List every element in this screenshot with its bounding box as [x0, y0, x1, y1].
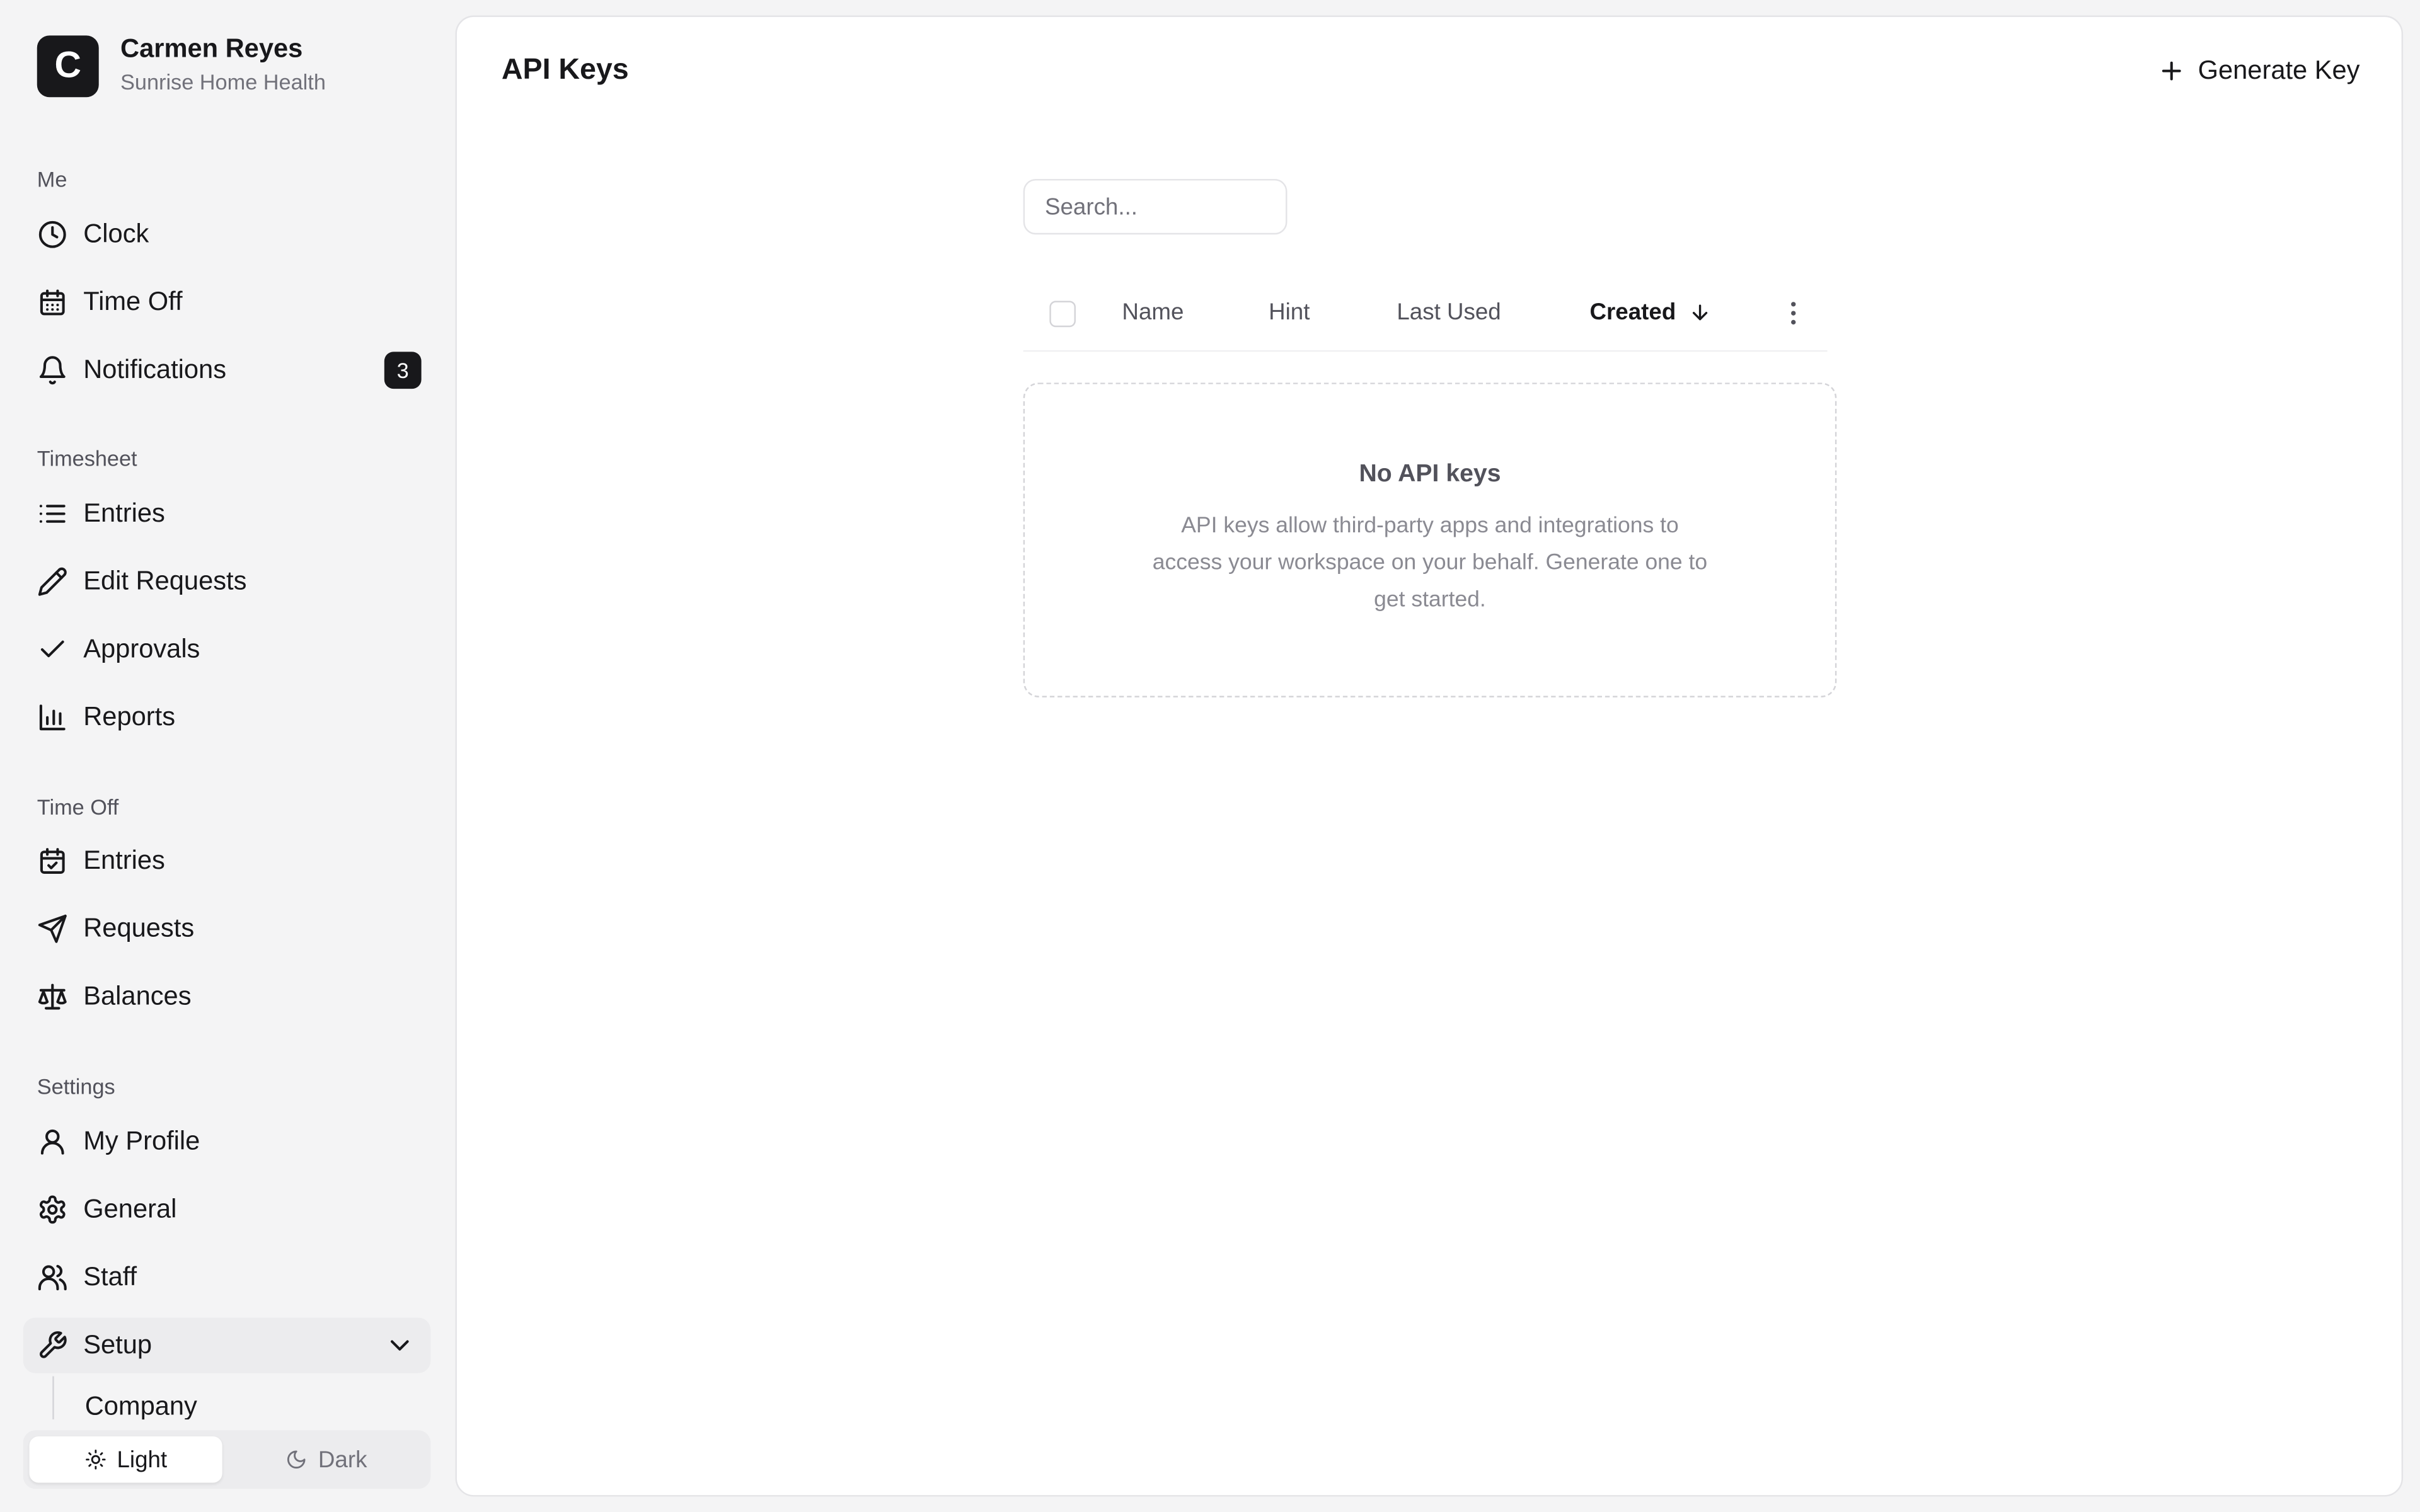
list-icon	[37, 498, 68, 529]
search-input[interactable]	[1023, 179, 1288, 235]
sidebar-item-label: Requests	[83, 913, 195, 943]
viewport: C Carmen Reyes Sunrise Home Health Me Cl…	[0, 0, 2420, 1512]
section-label-settings: Settings	[37, 1074, 115, 1099]
sun-icon	[85, 1450, 105, 1470]
section-label-time-off: Time Off	[37, 794, 119, 820]
theme-dark-label: Dark	[318, 1446, 367, 1473]
sidebar-item-reports[interactable]: Reports	[23, 690, 431, 745]
page-title: API Keys	[501, 54, 629, 87]
sidebar-item-label: General	[83, 1194, 177, 1224]
column-header-created[interactable]: Created	[1589, 299, 1711, 326]
sidebar-item-label: Entries	[83, 845, 165, 875]
submenu-line	[52, 1376, 54, 1420]
avatar: C	[37, 35, 99, 97]
sidebar-item-label: Entries	[83, 498, 165, 528]
sidebar-item-time-off-entries[interactable]: Entries	[23, 833, 431, 888]
bell-icon	[37, 355, 68, 386]
sidebar-item-label: Approvals	[83, 634, 200, 664]
sidebar-item-balances[interactable]: Balances	[23, 969, 431, 1024]
clock-icon	[37, 219, 68, 250]
sidebar-item-label: Notifications	[83, 355, 227, 384]
user-org: Sunrise Home Health	[120, 69, 326, 94]
empty-state-description: API keys allow third-party apps and inte…	[1152, 513, 1708, 613]
main-panel: API Keys Generate Key Name Hint Last Use…	[455, 15, 2404, 1497]
sidebar-item-my-profile[interactable]: My Profile	[23, 1114, 431, 1169]
user-name: Carmen Reyes	[120, 33, 303, 64]
sidebar-item-label: Staff	[83, 1262, 137, 1292]
sidebar-item-label: Edit Requests	[83, 566, 247, 596]
scale-icon	[37, 982, 68, 1012]
sidebar-item-general[interactable]: General	[23, 1182, 431, 1237]
theme-light-label: Light	[117, 1446, 168, 1473]
user-text: Carmen Reyes Sunrise Home Health	[120, 34, 326, 97]
section-label-timesheet: Timesheet	[37, 445, 137, 471]
calendar-check-icon	[37, 845, 68, 876]
send-icon	[37, 914, 68, 944]
theme-light-button[interactable]: Light	[29, 1436, 222, 1483]
users-icon	[37, 1262, 68, 1293]
wrench-icon	[37, 1330, 68, 1361]
column-header-created-label: Created	[1589, 299, 1676, 326]
select-all-checkbox[interactable]	[1049, 301, 1076, 328]
pencil-icon	[37, 566, 68, 597]
sidebar-item-timesheet-entries[interactable]: Entries	[23, 486, 431, 541]
calendar-icon	[37, 287, 68, 318]
table-header: Name Hint Last Used Created	[1023, 279, 1828, 352]
user-icon	[37, 1126, 68, 1157]
setup-submenu: Company	[0, 1376, 454, 1420]
moon-icon	[287, 1450, 306, 1469]
sidebar-item-label: My Profile	[83, 1126, 200, 1156]
column-header-hint[interactable]: Hint	[1269, 299, 1310, 326]
bar-chart-icon	[37, 702, 68, 733]
column-header-last-used[interactable]: Last Used	[1397, 299, 1501, 326]
sidebar-subitem-company[interactable]: Company	[85, 1392, 197, 1419]
sidebar-item-edit-requests[interactable]: Edit Requests	[23, 554, 431, 609]
sidebar-item-staff[interactable]: Staff	[23, 1250, 431, 1305]
sidebar-item-approvals[interactable]: Approvals	[23, 622, 431, 677]
sidebar-item-setup[interactable]: Setup	[23, 1317, 431, 1373]
more-vertical-icon[interactable]	[1778, 298, 1809, 329]
check-icon	[37, 634, 68, 665]
sidebar-item-label: Time Off	[83, 287, 183, 317]
sidebar: C Carmen Reyes Sunrise Home Health Me Cl…	[0, 0, 454, 1512]
theme-dark-button[interactable]: Dark	[228, 1436, 424, 1482]
app-root: C Carmen Reyes Sunrise Home Health Me Cl…	[0, 0, 2420, 1512]
gear-icon	[37, 1194, 68, 1225]
generate-key-button[interactable]: Generate Key	[2158, 54, 2360, 88]
sidebar-item-clock[interactable]: Clock	[23, 207, 431, 262]
empty-state-title: No API keys	[1359, 461, 1501, 488]
sidebar-item-notifications[interactable]: Notifications 3	[23, 343, 431, 398]
generate-key-label: Generate Key	[2198, 55, 2360, 85]
theme-toggle: Light Dark	[23, 1430, 431, 1489]
sidebar-item-label: Reports	[83, 702, 176, 731]
sidebar-item-time-off[interactable]: Time Off	[23, 275, 431, 330]
user-card[interactable]: C Carmen Reyes Sunrise Home Health	[37, 34, 326, 97]
sidebar-item-label: Balances	[83, 981, 192, 1011]
notifications-badge: 3	[384, 352, 422, 389]
plus-icon	[2162, 61, 2181, 81]
sidebar-item-label: Clock	[83, 219, 149, 249]
sidebar-item-label: Setup	[83, 1330, 153, 1360]
arrow-down-icon	[1692, 304, 1707, 321]
sidebar-item-requests[interactable]: Requests	[23, 901, 431, 956]
empty-state: No API keys API keys allow third-party a…	[1023, 382, 1837, 697]
section-label-me: Me	[37, 166, 67, 192]
chevron-down-icon[interactable]	[384, 1330, 415, 1361]
column-header-name[interactable]: Name	[1122, 299, 1184, 326]
